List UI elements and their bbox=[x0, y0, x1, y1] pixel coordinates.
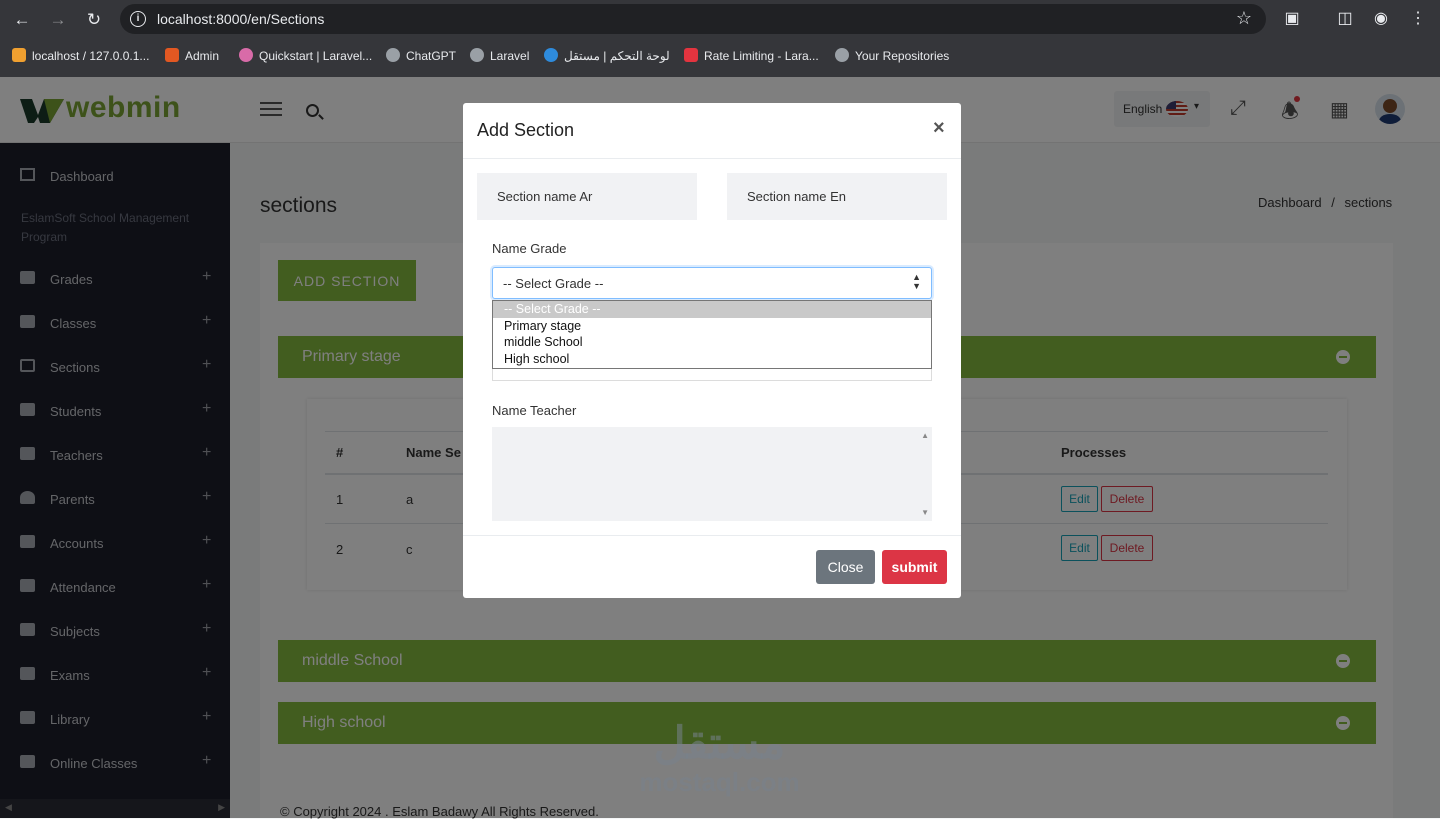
url-text: localhost:8000/en/Sections bbox=[157, 11, 325, 27]
browser-toolbar: ← → ↻ i localhost:8000/en/Sections ☆ ▣ ◫… bbox=[0, 0, 1440, 38]
bookmark-favicon-icon bbox=[165, 48, 179, 62]
bookmark-favicon-icon bbox=[239, 48, 253, 62]
grade-option[interactable]: middle School bbox=[493, 334, 931, 351]
grade-option[interactable]: Primary stage bbox=[493, 318, 931, 335]
grade-dropdown-list: -- Select Grade -- Primary stage middle … bbox=[492, 300, 932, 369]
grade-option[interactable]: -- Select Grade -- bbox=[493, 301, 931, 318]
bookmark-favicon-icon bbox=[835, 48, 849, 62]
bookmark-item[interactable]: لوحة التحكم | مستقل bbox=[544, 48, 670, 63]
side-panel-icon[interactable]: ◫ bbox=[1334, 8, 1356, 28]
bookmark-label: ChatGPT bbox=[406, 49, 457, 63]
bookmark-label: Laravel bbox=[490, 49, 530, 63]
browser-menu-icon[interactable]: ⋮ bbox=[1407, 8, 1429, 28]
grade-label: Name Grade bbox=[492, 241, 567, 256]
grade-option[interactable]: High school bbox=[493, 351, 931, 368]
address-bar[interactable]: i localhost:8000/en/Sections ☆ bbox=[120, 4, 1266, 34]
scroll-down-icon[interactable]: ▼ bbox=[921, 508, 929, 517]
add-section-modal: Add Section × Name Grade -- Select Grade… bbox=[463, 103, 961, 598]
bookmark-item[interactable]: Admin bbox=[165, 48, 219, 63]
teacher-label: Name Teacher bbox=[492, 403, 577, 418]
modal-divider bbox=[463, 535, 961, 536]
bookmark-item[interactable]: Your Repositories bbox=[835, 48, 949, 63]
profile-icon[interactable]: ◉ bbox=[1370, 8, 1392, 28]
bookmark-star-icon[interactable]: ☆ bbox=[1236, 8, 1252, 29]
bookmarks-bar: localhost / 127.0.0.1... Admin Quickstar… bbox=[0, 42, 1440, 70]
bookmark-label: Your Repositories bbox=[855, 49, 950, 63]
modal-divider bbox=[463, 158, 961, 159]
close-icon[interactable]: × bbox=[933, 117, 945, 140]
bookmark-favicon-icon bbox=[544, 48, 558, 62]
close-button[interactable]: Close bbox=[816, 550, 875, 584]
section-name-ar-input[interactable] bbox=[477, 173, 697, 220]
bookmark-favicon-icon bbox=[684, 48, 698, 62]
browser-chrome: ← → ↻ i localhost:8000/en/Sections ☆ ▣ ◫… bbox=[0, 0, 1440, 77]
bookmark-label: Quickstart | Laravel... bbox=[259, 49, 373, 63]
extensions-icon[interactable]: ▣ bbox=[1281, 8, 1303, 28]
watermark-english: mostaql.com bbox=[639, 767, 800, 797]
watermark: مستقل mostaql.com bbox=[632, 719, 807, 797]
back-icon[interactable]: ← bbox=[11, 9, 33, 31]
site-info-icon[interactable]: i bbox=[130, 11, 146, 27]
section-name-en-input[interactable] bbox=[727, 173, 947, 220]
grade-select-value: -- Select Grade -- bbox=[503, 276, 604, 291]
bookmark-label: Admin bbox=[185, 49, 220, 63]
submit-button[interactable]: submit bbox=[882, 550, 947, 584]
teacher-multiselect[interactable]: ▲ ▼ bbox=[492, 427, 932, 521]
forward-icon[interactable]: → bbox=[47, 9, 69, 31]
watermark-arabic: مستقل bbox=[653, 719, 786, 768]
bookmark-item[interactable]: localhost / 127.0.0.1... bbox=[12, 48, 149, 63]
bookmark-label: Rate Limiting - Lara... bbox=[704, 49, 819, 63]
bookmark-favicon-icon bbox=[386, 48, 400, 62]
bookmark-favicon-icon bbox=[470, 48, 484, 62]
bookmark-item[interactable]: Rate Limiting - Lara... bbox=[684, 48, 819, 63]
bookmark-item[interactable]: ChatGPT bbox=[386, 48, 456, 63]
bookmark-item[interactable]: Quickstart | Laravel... bbox=[239, 48, 372, 63]
bookmark-label: لوحة التحكم | مستقل bbox=[564, 49, 670, 63]
bookmark-label: localhost / 127.0.0.1... bbox=[32, 49, 150, 63]
bookmark-favicon-icon bbox=[12, 48, 26, 62]
grade-select[interactable]: -- Select Grade -- ▲ ▼ bbox=[492, 267, 932, 299]
reload-icon[interactable]: ↻ bbox=[83, 9, 105, 31]
bookmark-item[interactable]: Laravel bbox=[470, 48, 529, 63]
select-arrows-icon: ▲ ▼ bbox=[912, 272, 921, 291]
scroll-up-icon[interactable]: ▲ bbox=[921, 431, 929, 440]
modal-title: Add Section bbox=[477, 120, 575, 140]
